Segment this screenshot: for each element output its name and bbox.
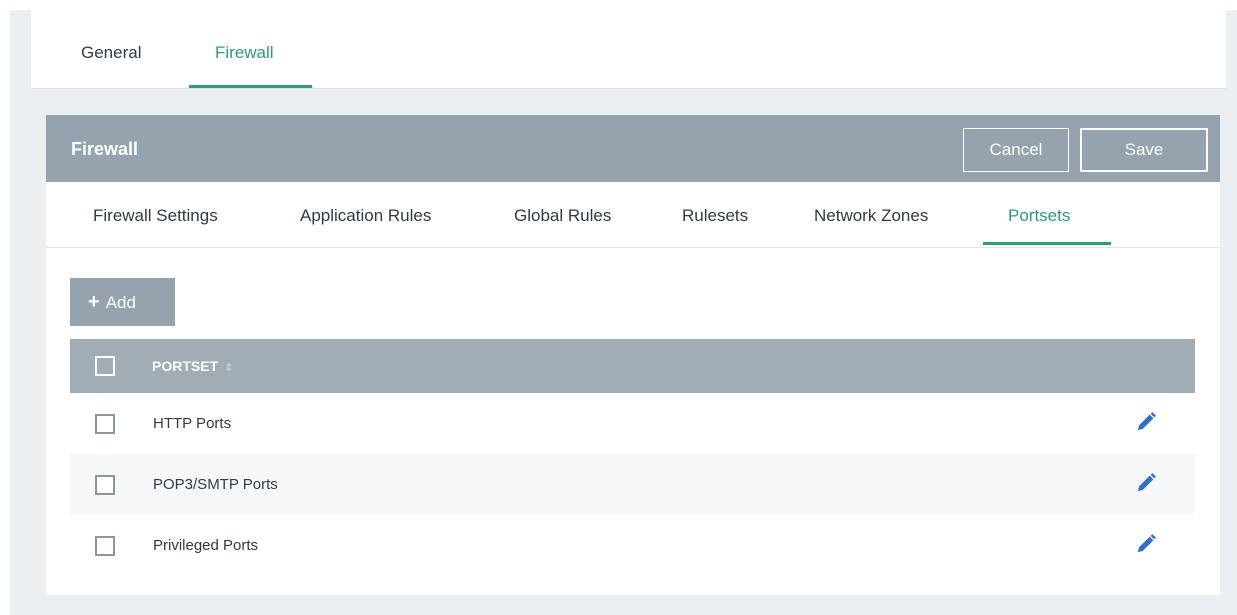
- sort-icon: ⇕: [224, 362, 234, 374]
- save-button[interactable]: Save: [1080, 128, 1208, 172]
- firewall-panel: Firewall Cancel Save Firewall Settings A…: [46, 115, 1220, 595]
- page-background: General Firewall Firewall Cancel Save Fi…: [10, 10, 1237, 615]
- sub-tab-bar: Firewall Settings Application Rules Glob…: [46, 182, 1220, 248]
- portset-name[interactable]: POP3/SMTP Ports: [153, 476, 278, 493]
- portset-name[interactable]: Privileged Ports: [153, 537, 258, 554]
- tab-firewall[interactable]: Firewall: [215, 43, 274, 63]
- tab-portsets[interactable]: Portsets: [1008, 206, 1070, 226]
- tab-global-rules[interactable]: Global Rules: [514, 206, 611, 226]
- panel-header: Firewall Cancel Save: [46, 115, 1220, 182]
- plus-icon: +: [88, 290, 100, 313]
- add-button-label: Add: [105, 292, 136, 312]
- table-row: Privileged Ports: [70, 515, 1195, 576]
- tab-firewall-settings[interactable]: Firewall Settings: [93, 206, 218, 226]
- column-header-label: PORTSET: [152, 358, 219, 374]
- tab-general[interactable]: General: [81, 43, 141, 63]
- cancel-button[interactable]: Cancel: [963, 128, 1069, 172]
- pencil-icon[interactable]: [1135, 472, 1157, 494]
- table-header: PORTSET ⇕: [70, 339, 1195, 393]
- tab-application-rules[interactable]: Application Rules: [300, 206, 431, 226]
- row-checkbox[interactable]: [95, 475, 115, 495]
- portsets-table: PORTSET ⇕ HTTP Ports POP3/SMTP Ports Priv…: [70, 339, 1195, 576]
- active-tab-indicator: [189, 85, 312, 88]
- panel-title: Firewall: [71, 139, 139, 159]
- tab-rulesets[interactable]: Rulesets: [682, 206, 748, 226]
- tab-network-zones[interactable]: Network Zones: [814, 206, 928, 226]
- add-button[interactable]: + Add: [70, 278, 175, 326]
- row-checkbox[interactable]: [95, 414, 115, 434]
- table-row: HTTP Ports: [70, 393, 1195, 454]
- pencil-icon[interactable]: [1135, 411, 1157, 433]
- table-row: POP3/SMTP Ports: [70, 454, 1195, 515]
- pencil-icon[interactable]: [1135, 533, 1157, 555]
- select-all-checkbox[interactable]: [95, 356, 115, 376]
- portset-name[interactable]: HTTP Ports: [153, 415, 231, 432]
- active-subtab-indicator: [983, 242, 1111, 245]
- column-header-portset[interactable]: PORTSET ⇕: [152, 358, 233, 374]
- row-checkbox[interactable]: [95, 536, 115, 556]
- top-tab-bar: General Firewall: [31, 10, 1226, 89]
